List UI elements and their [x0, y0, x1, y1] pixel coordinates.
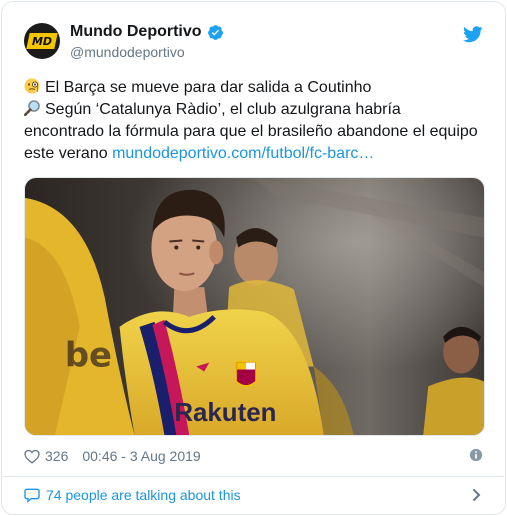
player-photo: be Rakuten [25, 178, 484, 435]
left-jersey-text: be [65, 336, 112, 375]
avatar-logo: MD [26, 33, 58, 49]
tweet-text-line-4: este verano mundodeportivo.com/futbol/fc… [24, 143, 494, 165]
jersey-sponsor-text: Rakuten [174, 399, 276, 427]
tweet-meta: 326 00:46 - 3 Aug 2019 [24, 447, 485, 465]
like-count[interactable]: 326 [45, 448, 68, 464]
tweet-text: El Barça se mueve para dar salida a Cout… [24, 77, 494, 165]
tweet-text-line-1: El Barça se mueve para dar salida a Cout… [24, 77, 494, 99]
tweet-text-line-3: encontrado la fórmula para que el brasil… [24, 123, 478, 140]
monocle-face-emoji [24, 78, 40, 94]
tweet-card[interactable]: MD Mundo Deportivo @mundodeportivo El Ba… [1, 1, 506, 515]
author-names[interactable]: Mundo Deportivo @mundodeportivo [70, 22, 224, 60]
tweet-text-line-4-text: este verano [24, 145, 108, 162]
tweet-header: MD Mundo Deportivo @mundodeportivo [24, 22, 485, 66]
tweet-text-line-2: Según ‘Catalunya Ràdio’, el club azulgra… [24, 99, 494, 121]
twitter-bird-icon[interactable] [463, 26, 483, 43]
tweet-text-line-2-text: Según ‘Catalunya Ràdio’, el club azulgra… [45, 101, 401, 118]
conversation-text[interactable]: 74 people are talking about this [46, 487, 241, 503]
author-display-name[interactable]: Mundo Deportivo [70, 23, 202, 41]
magnifying-glass-emoji [24, 100, 40, 116]
tweet-timestamp[interactable]: 00:46 - 3 Aug 2019 [82, 448, 200, 464]
conversation-link[interactable]: 74 people are talking about this [24, 484, 485, 506]
heart-icon[interactable] [24, 449, 40, 464]
info-icon[interactable] [469, 448, 483, 462]
verified-badge-icon [207, 24, 223, 40]
avatar[interactable]: MD [24, 23, 60, 59]
divider [3, 476, 504, 477]
tweet-media-image[interactable]: be Rakuten [24, 177, 485, 436]
chevron-right-icon[interactable] [472, 488, 481, 502]
speech-bubble-icon [24, 488, 40, 503]
tweet-text-line-1-text: El Barça se mueve para dar salida a Cout… [45, 79, 372, 96]
author-handle[interactable]: @mundodeportivo [70, 44, 224, 60]
tweet-link[interactable]: mundodeportivo.com/futbol/fc-barc… [112, 145, 374, 162]
